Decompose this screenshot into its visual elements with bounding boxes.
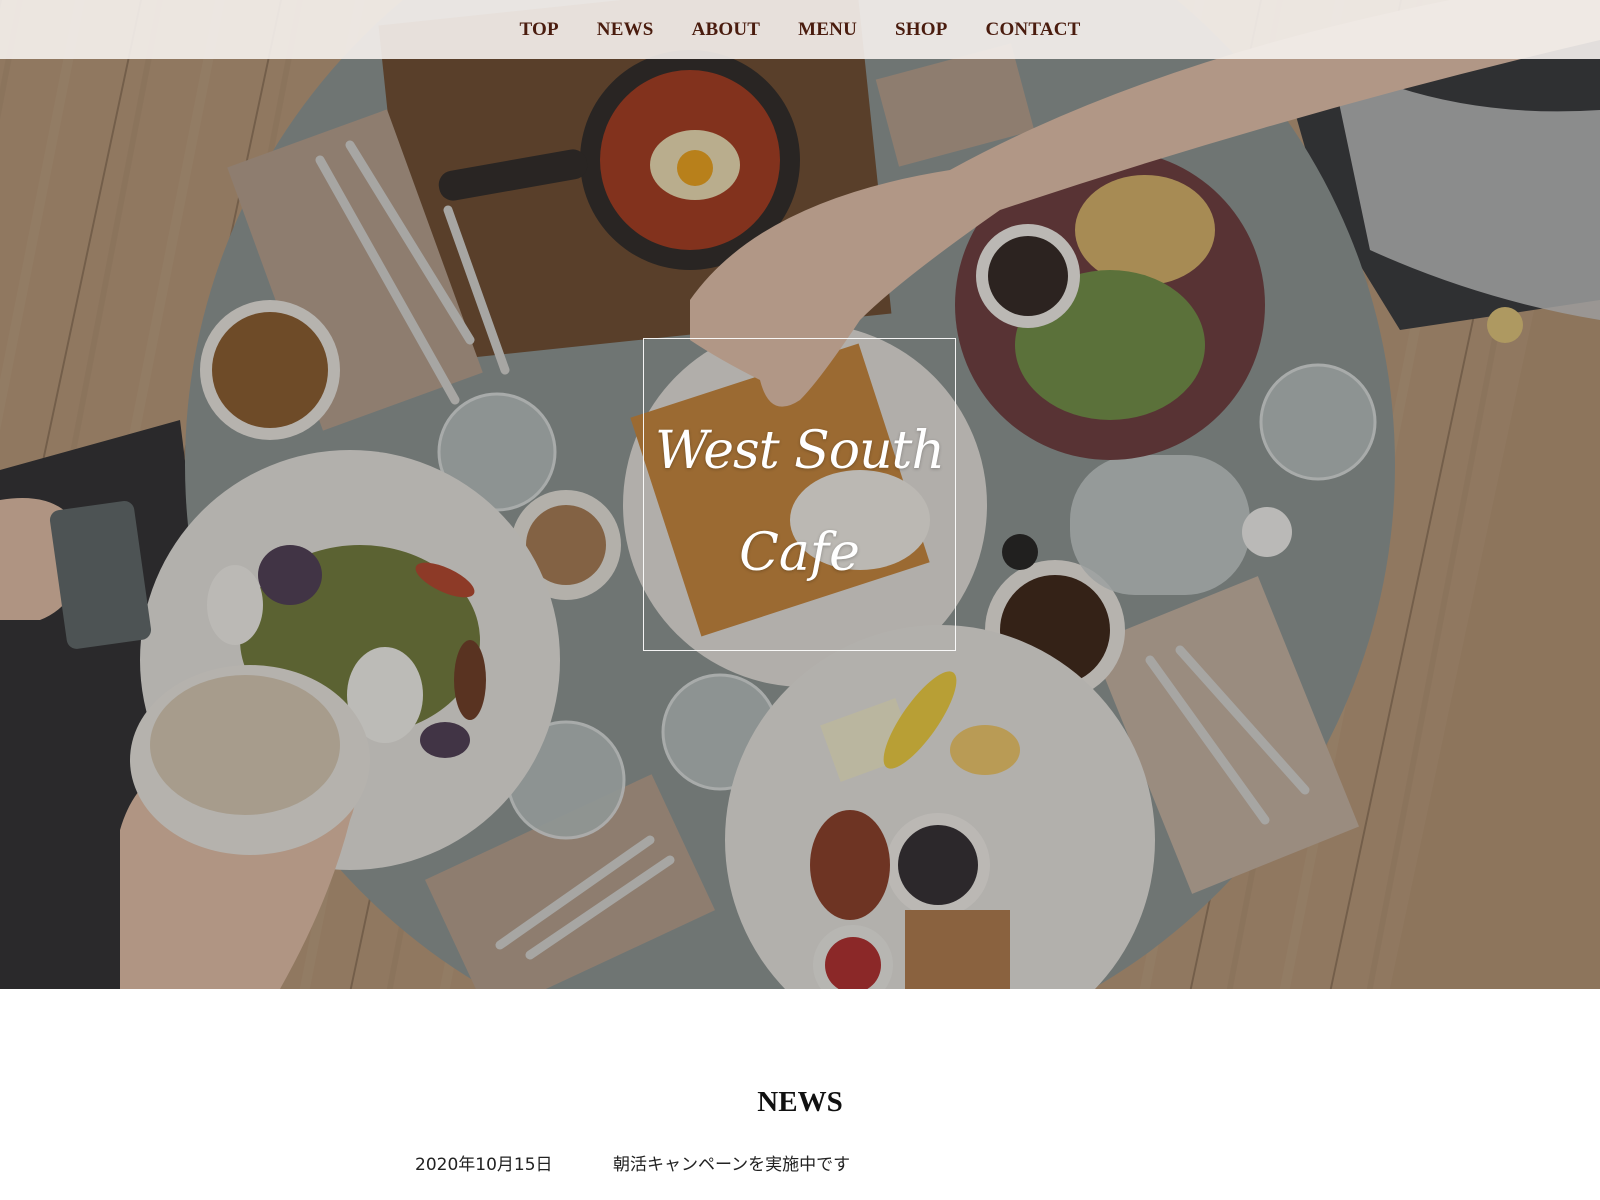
nav-link-news[interactable]: NEWS — [597, 19, 654, 41]
nav-link-top[interactable]: TOP — [519, 19, 558, 41]
nav-link-contact[interactable]: CONTACT — [986, 19, 1081, 41]
logo-text-line1: West South — [655, 421, 945, 481]
news-section-title: NEWS — [757, 1086, 843, 1118]
main-nav: TOP NEWS ABOUT MENU SHOP CONTACT — [0, 0, 1600, 59]
news-item: 2020年10月15日 朝活キャンペーンを実施中です — [415, 1150, 850, 1175]
logo-text-line2: Cafe — [739, 523, 860, 583]
nav-link-shop[interactable]: SHOP — [895, 19, 948, 41]
news-date: 2020年10月15日 — [415, 1154, 553, 1175]
cafe-logo: West South Cafe — [643, 338, 956, 651]
nav-link-about[interactable]: ABOUT — [692, 19, 761, 41]
hero-image: West South Cafe — [0, 0, 1600, 989]
nav-link-menu[interactable]: MENU — [798, 19, 857, 41]
news-headline[interactable]: 朝活キャンペーンを実施中です — [613, 1150, 850, 1175]
